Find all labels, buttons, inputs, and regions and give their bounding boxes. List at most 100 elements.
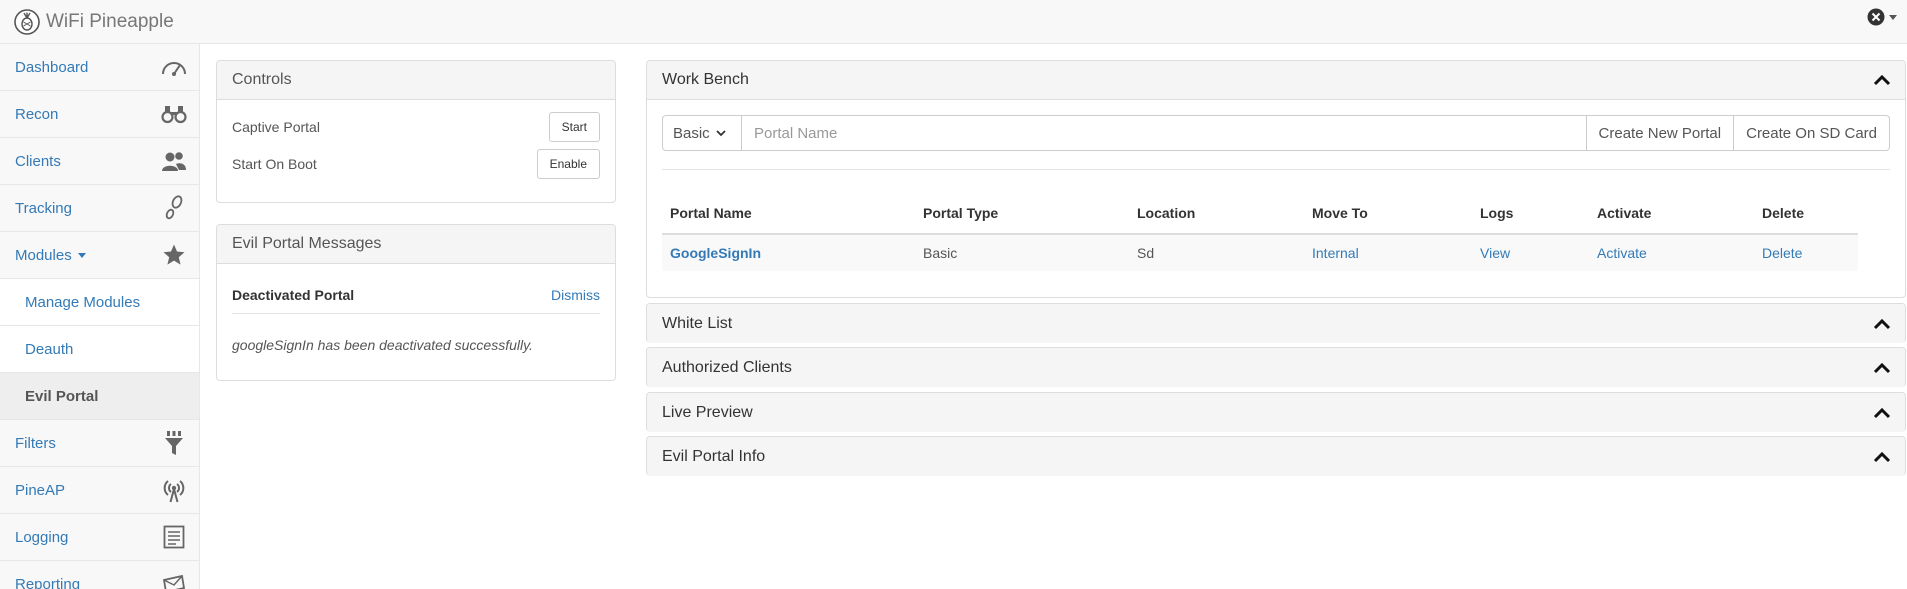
table-header-row: Portal Name Portal Type Location Move To… — [662, 192, 1858, 235]
chevron-up-icon[interactable] — [1873, 318, 1891, 330]
white-list-header[interactable]: White List — [647, 304, 1905, 343]
sidebar-item-clients[interactable]: Clients — [0, 138, 199, 185]
start-on-boot-label: Start On Boot — [232, 155, 317, 172]
chevron-up-icon[interactable] — [1873, 362, 1891, 374]
app-title: WiFi Pineapple — [46, 11, 174, 32]
evil-portal-info-title: Evil Portal Info — [662, 447, 766, 465]
live-preview-title: Live Preview — [662, 403, 753, 421]
sidebar-item-manage-modules[interactable]: Manage Modules — [0, 279, 199, 326]
divider — [232, 313, 600, 314]
work-bench-panel: Work Bench Basic Create New Portal Creat… — [646, 60, 1906, 298]
footprints-icon — [161, 195, 187, 221]
messages-panel-title: Evil Portal Messages — [217, 225, 615, 264]
portal-type-selected: Basic — [673, 124, 710, 142]
sidebar-item-deauth[interactable]: Deauth — [0, 326, 199, 373]
chevron-down-icon — [77, 252, 86, 258]
sidebar-item-evil-portal[interactable]: Evil Portal — [0, 373, 199, 420]
sidebar-item-filters[interactable]: Filters — [0, 420, 199, 467]
notifications-menu[interactable] — [1867, 8, 1897, 26]
evil-portal-info-header[interactable]: Evil Portal Info — [647, 437, 1905, 476]
sidebar-item-label: Tracking — [15, 199, 72, 217]
binoculars-icon — [161, 101, 187, 127]
controls-panel-title: Controls — [217, 61, 615, 100]
work-bench-header[interactable]: Work Bench — [647, 61, 1905, 100]
authorized-clients-title: Authorized Clients — [662, 358, 792, 376]
sidebar-item-label: Recon — [15, 105, 59, 123]
delete-link[interactable]: Delete — [1762, 245, 1802, 261]
column-header-portal-name: Portal Name — [662, 192, 915, 235]
sidebar-item-label: PineAP — [15, 481, 66, 499]
start-on-boot-row: Start On Boot Enable — [217, 145, 615, 182]
divider — [662, 169, 1890, 170]
sidebar-item-label: Deauth — [25, 340, 74, 358]
start-captive-portal-button[interactable]: Start — [548, 111, 600, 142]
location-cell: Sd — [1129, 234, 1304, 271]
portal-type-select[interactable]: Basic — [662, 115, 742, 151]
message-title: Deactivated Portal — [232, 287, 355, 303]
sidebar-item-label: Dashboard — [15, 58, 89, 76]
move-to-internal-link[interactable]: Internal — [1312, 245, 1359, 261]
column-header-portal-type: Portal Type — [915, 192, 1129, 235]
message-body: googleSignIn has been deactivated succes… — [232, 337, 533, 353]
view-logs-link[interactable]: View — [1480, 245, 1510, 261]
live-preview-header[interactable]: Live Preview — [647, 393, 1905, 432]
create-on-sd-card-button[interactable]: Create On SD Card — [1734, 115, 1890, 151]
sidebar-item-label: Filters — [15, 434, 56, 452]
sidebar-item-dashboard[interactable]: Dashboard — [0, 44, 199, 91]
sidebar-item-logging[interactable]: Logging — [0, 514, 199, 561]
star-icon — [161, 242, 187, 268]
sidebar-item-recon[interactable]: Recon — [0, 91, 199, 138]
captive-portal-label: Captive Portal — [232, 118, 320, 135]
dismiss-link[interactable]: Dismiss — [551, 287, 600, 303]
sidebar-item-label: Modules — [15, 246, 72, 264]
sidebar-item-label: Reporting — [15, 575, 81, 589]
white-list-panel: White List — [646, 303, 1906, 343]
authorized-clients-header[interactable]: Authorized Clients — [647, 348, 1905, 387]
sidebar: Dashboard Recon Clients Tracking Modules… — [0, 44, 200, 589]
portals-table: Portal Name Portal Type Location Move To… — [662, 192, 1858, 271]
sidebar-item-label: Logging — [15, 528, 69, 546]
users-icon — [161, 148, 187, 174]
sidebar-item-tracking[interactable]: Tracking — [0, 185, 199, 232]
evil-portal-messages-panel: Evil Portal Messages Deactivated Portal … — [216, 224, 616, 381]
evil-portal-info-panel: Evil Portal Info — [646, 436, 1906, 476]
enable-start-on-boot-button[interactable]: Enable — [536, 148, 600, 179]
column-header-activate: Activate — [1589, 192, 1754, 235]
activate-link[interactable]: Activate — [1597, 245, 1647, 261]
log-icon — [161, 524, 187, 550]
close-circle-icon — [1867, 8, 1885, 26]
sidebar-item-label: Clients — [15, 152, 61, 170]
sidebar-item-reporting[interactable]: Reporting — [0, 561, 199, 589]
controls-panel: Controls Captive Portal Start Start On B… — [216, 60, 616, 203]
create-portal-form: Basic Create New Portal Create On SD Car… — [662, 115, 1890, 151]
top-navbar: WiFi Pineapple — [0, 0, 1907, 44]
authorized-clients-panel: Authorized Clients — [646, 347, 1906, 387]
portal-name-link[interactable]: GoogleSignIn — [670, 245, 761, 261]
chevron-down-icon — [1889, 14, 1897, 20]
column-header-location: Location — [1129, 192, 1304, 235]
envelope-icon — [161, 571, 187, 589]
chevron-up-icon[interactable] — [1873, 407, 1891, 419]
column-header-delete: Delete — [1754, 192, 1858, 235]
gauge-icon — [161, 54, 187, 80]
white-list-title: White List — [662, 314, 733, 332]
sidebar-item-label: Evil Portal — [25, 387, 99, 405]
antenna-icon — [161, 477, 187, 503]
captive-portal-row: Captive Portal Start — [217, 108, 615, 145]
brand[interactable]: WiFi Pineapple — [14, 8, 174, 36]
portal-name-input[interactable] — [742, 115, 1587, 151]
filter-icon — [161, 430, 187, 456]
portal-type-cell: Basic — [915, 234, 1129, 271]
column-header-move-to: Move To — [1304, 192, 1472, 235]
sidebar-item-pineap[interactable]: PineAP — [0, 467, 199, 514]
chevron-up-icon[interactable] — [1873, 451, 1891, 463]
create-new-portal-button[interactable]: Create New Portal — [1586, 115, 1735, 151]
column-header-logs: Logs — [1472, 192, 1589, 235]
chevron-up-icon[interactable] — [1873, 74, 1891, 86]
chevron-down-icon — [716, 129, 726, 136]
sidebar-item-modules[interactable]: Modules — [0, 232, 199, 279]
sidebar-item-label: Manage Modules — [25, 293, 141, 311]
work-bench-title: Work Bench — [662, 71, 749, 88]
live-preview-panel: Live Preview — [646, 392, 1906, 432]
table-row: GoogleSignIn Basic Sd Internal View Acti… — [662, 234, 1858, 271]
